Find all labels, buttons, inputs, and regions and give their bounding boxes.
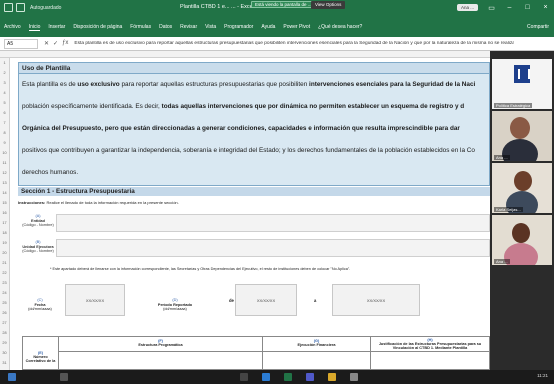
institution-logo	[514, 65, 530, 83]
participant-name: Karla Seijas...	[494, 207, 523, 212]
title-bar: Autoguardado Plantilla CTBD 1 e... ... -…	[0, 0, 554, 17]
periodo-from-input[interactable]: XX/XX/XX	[235, 284, 297, 316]
participant-name: Ana ...	[494, 155, 510, 160]
uso-line-3: Orgánica del Presupuesto, pero que están…	[22, 125, 460, 132]
tab-archivo[interactable]: Archivo	[4, 24, 21, 31]
col-estructura-programatica: (F) Estructura Programática	[59, 337, 263, 370]
window-title: Plantilla CTBD 1 e... ... - Excel	[180, 4, 254, 10]
folder-icon[interactable]	[328, 373, 336, 381]
excel-icon[interactable]	[284, 373, 292, 381]
uso-line-2: población específicamente identificada. …	[22, 103, 465, 110]
tab-vista[interactable]: Vista	[205, 24, 216, 31]
fecha-label: (C) Fecha (dd/mm/aaaa)	[28, 298, 52, 312]
undo-icon[interactable]	[16, 3, 25, 12]
user-account[interactable]: Ana ...	[456, 4, 478, 11]
de-label: de	[229, 298, 234, 303]
edge-icon[interactable]	[262, 373, 270, 381]
tab-inicio[interactable]: Inicio	[28, 24, 41, 31]
tab-disposicion[interactable]: Disposición de página	[73, 24, 122, 31]
teams-icon[interactable]	[306, 373, 314, 381]
col-numero-correlativo: (E) Número Correlativo de la	[23, 337, 59, 370]
periodo-label: (D) Período Reportado (dd/mm/aaaa)	[157, 298, 193, 312]
video-tile-1[interactable]: Política Estratégica	[492, 59, 552, 109]
quick-access-toolbar: Autoguardado	[4, 3, 61, 12]
periodo-to-input[interactable]: XX/XX/XX	[332, 284, 420, 316]
unidad-ejecutora-label: (B) Unidad Ejecutora (Código - Nombre)	[22, 240, 54, 254]
formula-input[interactable]: Esta plantilla es de uso exclusivo para …	[74, 41, 514, 46]
uso-line-1: Esta plantilla es de uso exclusivo para …	[22, 81, 476, 88]
tab-ayuda[interactable]: Ayuda	[261, 24, 275, 31]
participant-face	[514, 171, 532, 191]
search-icon[interactable]	[60, 373, 68, 381]
estructura-table: (E) Número Correlativo de la (F) Estruct…	[22, 336, 490, 370]
close-icon[interactable]: ×	[541, 3, 550, 12]
section-1-heading: Sección 1 - Estructura Presupuestaria	[18, 187, 490, 196]
name-box[interactable]: A5	[4, 38, 38, 49]
tell-me-search[interactable]: ¿Qué desea hacer?	[318, 24, 362, 31]
uso-line-4: positivos que contribuyen a garantizar l…	[22, 147, 475, 154]
uso-line-5: derechos humanos.	[22, 169, 79, 176]
fx-icon[interactable]: ƒx	[62, 40, 68, 47]
participant-face	[512, 223, 530, 243]
tab-revisar[interactable]: Revisar	[180, 24, 197, 31]
ribbon: Archivo Inicio Insertar Disposición de p…	[0, 17, 554, 37]
tab-insertar[interactable]: Insertar	[48, 24, 65, 31]
col-ejecucion-financiera: (G) Ejecución Financiera	[263, 337, 371, 370]
video-tile-3[interactable]: Karla Seijas...	[492, 163, 552, 213]
fecha-input[interactable]: XX/XX/XX	[65, 284, 125, 316]
entidad-label: (A) Entidad (Código - Nombre)	[22, 214, 54, 228]
tab-formulas[interactable]: Fórmulas	[130, 24, 151, 31]
cancel-icon[interactable]: ✕	[44, 40, 49, 47]
tab-power-pivot[interactable]: Power Pivot	[283, 24, 310, 31]
formula-bar: A5 ✕ ✓ ƒx Esta plantilla es de uso exclu…	[0, 37, 554, 51]
a-label: a	[314, 298, 317, 303]
entidad-note: * Este apartado deberá de llenarse con l…	[50, 267, 351, 271]
entidad-input[interactable]	[56, 214, 490, 232]
chrome-icon[interactable]	[350, 373, 358, 381]
participant-name: Ana ...	[494, 259, 510, 264]
task-view-icon[interactable]	[240, 373, 248, 381]
uso-de-plantilla-box: Uso de Plantilla Esta plantilla es de us…	[18, 62, 490, 186]
start-icon[interactable]	[8, 373, 16, 381]
tab-programador[interactable]: Programador	[224, 24, 253, 31]
unidad-ejecutora-input[interactable]	[56, 239, 490, 257]
system-clock: 11:21	[537, 373, 548, 378]
worksheet[interactable]: Uso de Plantilla Esta plantilla es de us…	[10, 58, 490, 370]
ribbon-tabs: Archivo Inicio Insertar Disposición de p…	[4, 24, 362, 31]
instructions: Instrucciones: Realice el llenado de tod…	[18, 200, 179, 205]
video-call-panel: Política Estratégica Ana ... Karla Seija…	[490, 51, 554, 370]
maximize-icon[interactable]: □	[523, 3, 532, 12]
enter-icon[interactable]: ✓	[53, 40, 58, 47]
participant-face	[510, 117, 530, 139]
save-icon[interactable]	[4, 3, 13, 12]
taskbar: 11:21	[0, 370, 554, 384]
tab-datos[interactable]: Datos	[159, 24, 172, 31]
uso-heading: Uso de Plantilla	[19, 63, 489, 74]
column-headers	[0, 51, 490, 58]
video-tile-2[interactable]: Ana ...	[492, 111, 552, 161]
screen-share-banner: Está viendo la pantalla de ...	[251, 1, 316, 8]
ribbon-display-icon[interactable]: ▭	[487, 3, 496, 12]
view-options-button[interactable]: View Options	[311, 1, 346, 9]
participant-name: Política Estratégica	[494, 103, 533, 108]
share-button[interactable]: Compartir	[527, 24, 549, 30]
autosave-label[interactable]: Autoguardado	[30, 5, 61, 11]
minimize-icon[interactable]: –	[505, 3, 514, 12]
row-headers: 1 2 3 4 5 6 7 8 9 10 11 12 13 14 15 16 17 18 19 20 21 22 23 2…	[0, 58, 10, 370]
col-justificacion: (H) Justificación de las Estructuras Pre…	[378, 338, 482, 350]
video-tile-4[interactable]: Ana ...	[492, 215, 552, 265]
